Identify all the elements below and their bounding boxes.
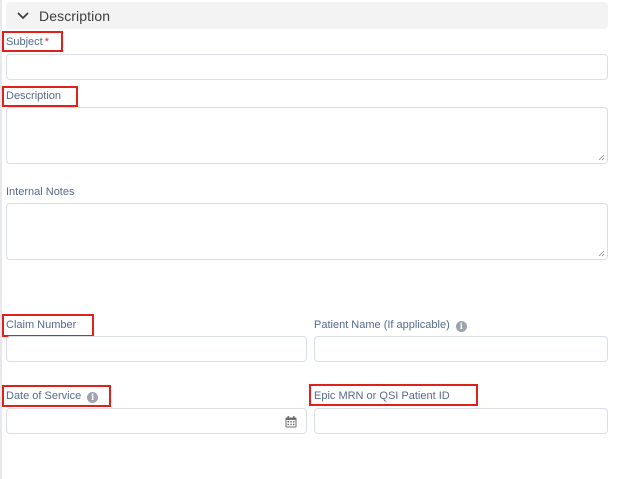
info-icon[interactable]: i <box>87 392 99 403</box>
description-section-header[interactable]: Description <box>6 2 608 29</box>
description-textarea[interactable] <box>6 107 608 164</box>
internal-notes-label: Internal Notes <box>6 186 75 198</box>
required-marker: * <box>44 36 49 48</box>
chevron-down-icon <box>17 12 29 19</box>
claim-number-label: Claim Number <box>6 319 77 331</box>
subject-input[interactable] <box>6 54 608 80</box>
left-border <box>0 0 2 479</box>
date-of-service-label-text: Date of Service <box>6 390 82 402</box>
patient-name-label: Patient Name (If applicable) i <box>314 319 467 332</box>
internal-notes-textarea[interactable] <box>6 203 608 260</box>
description-label: Description <box>6 90 62 102</box>
patient-name-input[interactable] <box>314 336 608 362</box>
case-form-page: Description Subject * Description Interna… <box>0 0 619 479</box>
patient-name-label-text: Patient Name (If applicable) <box>314 319 450 331</box>
date-of-service-input[interactable] <box>6 408 307 434</box>
subject-label: Subject * <box>6 36 49 49</box>
epic-mrn-label: Epic MRN or QSI Patient ID <box>314 390 450 402</box>
date-of-service-label: Date of Service i <box>6 390 99 403</box>
epic-mrn-input[interactable] <box>314 408 608 434</box>
resize-grip-icon[interactable] <box>598 250 605 257</box>
claim-number-input[interactable] <box>6 336 307 362</box>
calendar-icon[interactable] <box>285 416 297 428</box>
info-icon[interactable]: i <box>455 321 467 332</box>
section-title: Description <box>39 7 111 24</box>
subject-label-text: Subject <box>6 36 43 48</box>
resize-grip-icon[interactable] <box>598 154 605 161</box>
